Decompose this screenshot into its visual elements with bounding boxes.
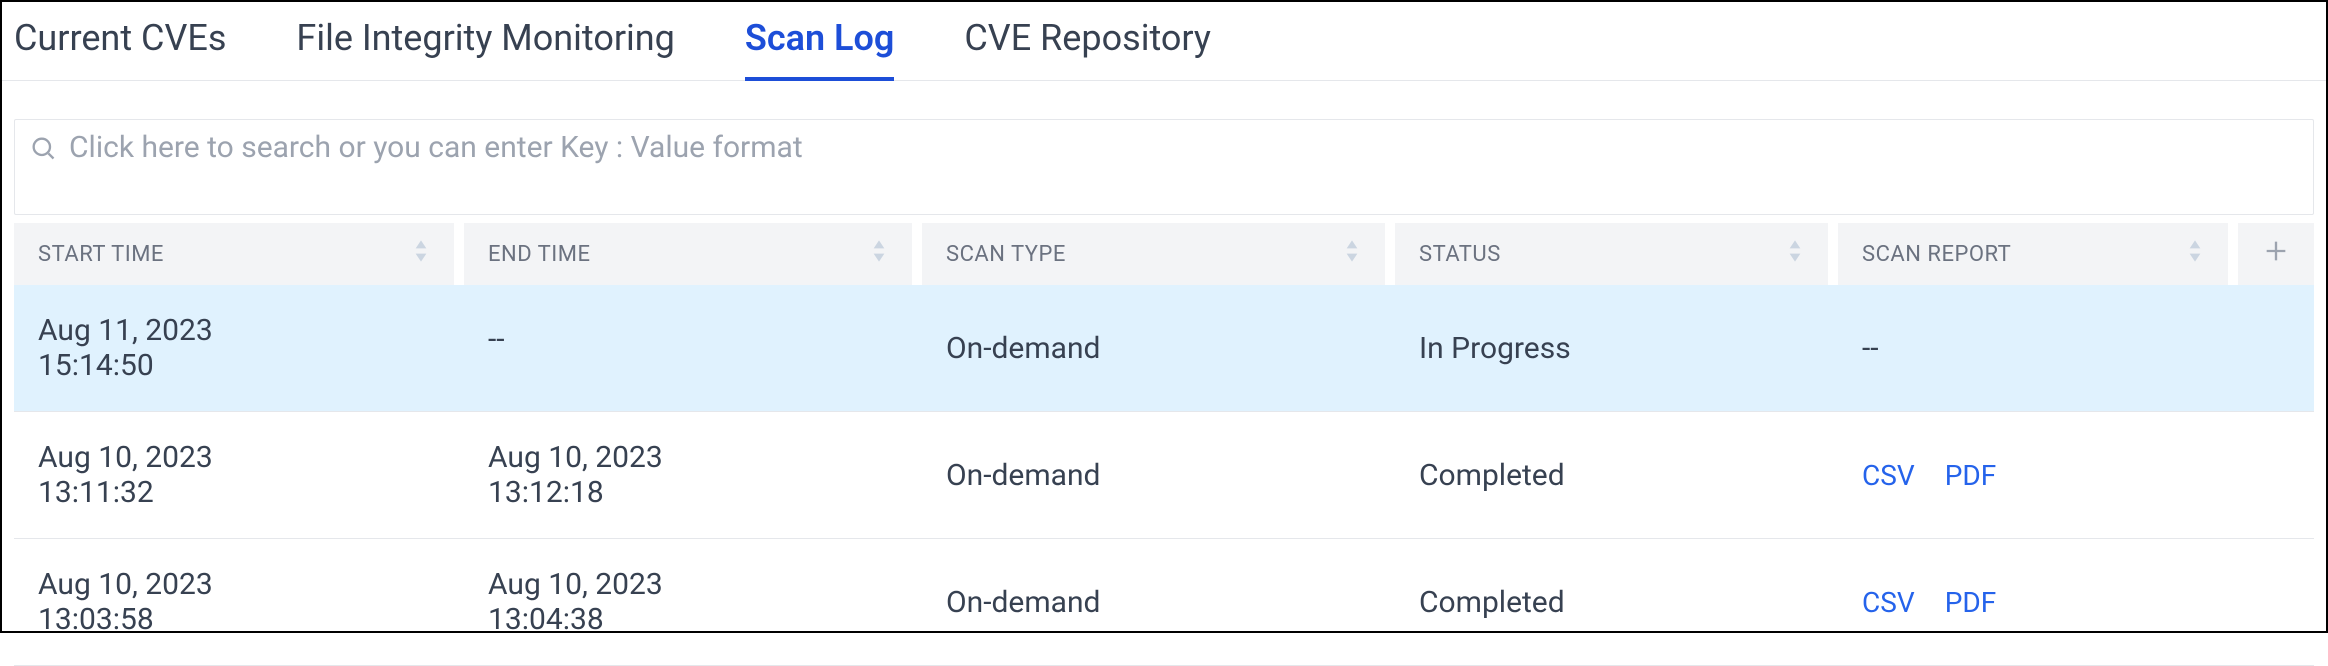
header-label: SCAN TYPE xyxy=(946,242,1066,267)
table-row[interactable]: Aug 10, 2023 13:03:58 Aug 10, 2023 13:04… xyxy=(14,539,2314,666)
cell-text: -- xyxy=(488,322,888,357)
cell-scan-report: CSV PDF xyxy=(1838,412,2248,538)
cell-status: Completed xyxy=(1395,539,1828,665)
cell-start-time: Aug 11, 2023 15:14:50 xyxy=(14,285,454,411)
cell-text: Aug 11, 2023 xyxy=(38,313,430,348)
search-bar xyxy=(14,119,2314,215)
col-header-start-time[interactable]: START TIME xyxy=(14,223,454,285)
cell-scan-type: On-demand xyxy=(922,285,1385,411)
table-body: Aug 11, 2023 15:14:50 -- On-demand In Pr… xyxy=(14,285,2314,666)
col-header-status[interactable]: STATUS xyxy=(1395,223,1828,285)
header-label: END TIME xyxy=(488,242,590,267)
cell-text: In Progress xyxy=(1419,331,1571,366)
cell-text: Completed xyxy=(1419,458,1565,493)
search-icon xyxy=(29,128,57,166)
cell-end-time: Aug 10, 2023 13:04:38 xyxy=(464,539,912,665)
col-header-scan-report[interactable]: SCAN REPORT xyxy=(1838,223,2228,285)
cell-text: On-demand xyxy=(946,458,1100,493)
cell-text: Aug 10, 2023 xyxy=(488,440,888,475)
download-pdf-link[interactable]: PDF xyxy=(1945,586,1997,619)
sort-icon[interactable] xyxy=(412,239,430,269)
report-links: CSV PDF xyxy=(1862,586,1996,619)
cell-status: Completed xyxy=(1395,412,1828,538)
cell-text: 15:14:50 xyxy=(38,348,430,383)
header-label: START TIME xyxy=(38,242,164,267)
sort-icon[interactable] xyxy=(870,239,888,269)
cell-text: 13:11:32 xyxy=(38,475,430,510)
cell-text: Aug 10, 2023 xyxy=(38,567,430,602)
cell-text: 13:04:38 xyxy=(488,602,888,637)
cell-text: Aug 10, 2023 xyxy=(38,440,430,475)
cell-spacer xyxy=(2258,539,2314,665)
cell-text: Aug 10, 2023 xyxy=(488,567,888,602)
search-input[interactable] xyxy=(69,128,2299,206)
download-pdf-link[interactable]: PDF xyxy=(1945,459,1997,492)
cell-text: On-demand xyxy=(946,331,1100,366)
cell-status: In Progress xyxy=(1395,285,1828,411)
add-column-button[interactable] xyxy=(2238,223,2314,285)
header-label: SCAN REPORT xyxy=(1862,242,2011,267)
table-header-row: START TIME END TIME SCAN TYPE STATUS SCA… xyxy=(14,223,2314,285)
cell-text: -- xyxy=(1862,331,1879,366)
cell-scan-report: -- xyxy=(1838,285,2248,411)
col-header-scan-type[interactable]: SCAN TYPE xyxy=(922,223,1385,285)
sort-icon[interactable] xyxy=(1343,239,1361,269)
cell-text: On-demand xyxy=(946,585,1100,620)
tab-current-cves[interactable]: Current CVEs xyxy=(14,17,226,80)
cell-end-time: Aug 10, 2023 13:12:18 xyxy=(464,412,912,538)
table-row[interactable]: Aug 10, 2023 13:11:32 Aug 10, 2023 13:12… xyxy=(14,412,2314,539)
cell-spacer xyxy=(2258,412,2314,538)
sort-icon[interactable] xyxy=(1786,239,1804,269)
cell-end-time: -- xyxy=(464,285,912,411)
download-csv-link[interactable]: CSV xyxy=(1862,459,1915,492)
tab-file-integrity-monitoring[interactable]: File Integrity Monitoring xyxy=(296,17,674,80)
cell-scan-report: CSV PDF xyxy=(1838,539,2248,665)
header-label: STATUS xyxy=(1419,242,1501,267)
cell-start-time: Aug 10, 2023 13:03:58 xyxy=(14,539,454,665)
tabs-bar: Current CVEs File Integrity Monitoring S… xyxy=(2,2,2326,81)
plus-icon xyxy=(2262,237,2290,271)
tab-scan-log[interactable]: Scan Log xyxy=(745,17,894,81)
scan-log-table: START TIME END TIME SCAN TYPE STATUS SCA… xyxy=(14,223,2314,666)
report-links: CSV PDF xyxy=(1862,459,1996,492)
cell-scan-type: On-demand xyxy=(922,412,1385,538)
cell-scan-type: On-demand xyxy=(922,539,1385,665)
col-header-end-time[interactable]: END TIME xyxy=(464,223,912,285)
sort-icon[interactable] xyxy=(2186,239,2204,269)
download-csv-link[interactable]: CSV xyxy=(1862,586,1915,619)
tab-cve-repository[interactable]: CVE Repository xyxy=(964,17,1211,80)
cell-text: 13:03:58 xyxy=(38,602,430,637)
cell-spacer xyxy=(2258,285,2314,411)
cell-text: Completed xyxy=(1419,585,1565,620)
table-row[interactable]: Aug 11, 2023 15:14:50 -- On-demand In Pr… xyxy=(14,285,2314,412)
cell-start-time: Aug 10, 2023 13:11:32 xyxy=(14,412,454,538)
cell-text: 13:12:18 xyxy=(488,475,888,510)
